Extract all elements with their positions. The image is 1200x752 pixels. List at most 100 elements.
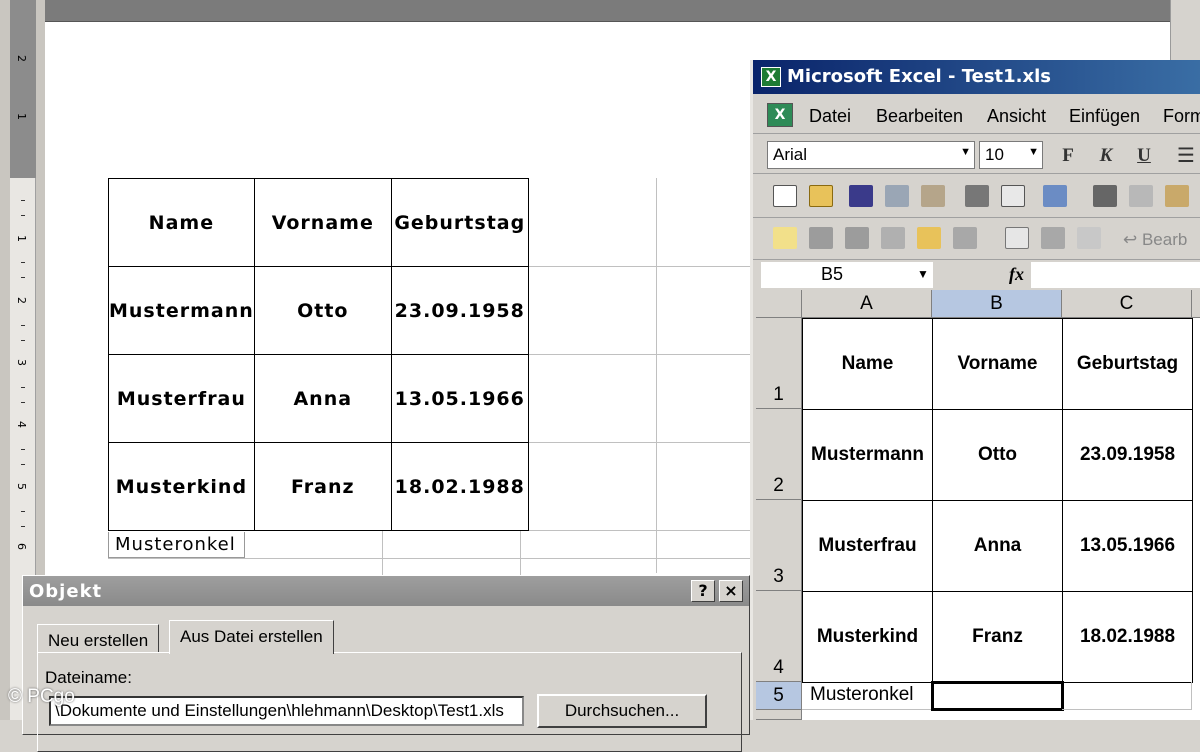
cell-c4[interactable]: 18.02.1988: [1062, 591, 1193, 683]
table-row: Mustermann Otto 23.09.1958: [108, 266, 529, 355]
bold-button[interactable]: F: [1055, 143, 1081, 169]
table-cell: Name: [108, 178, 255, 267]
ruler-tick: [21, 262, 25, 263]
excel-window-title: Microsoft Excel - Test1.xls: [787, 66, 1052, 87]
insert-function-icon[interactable]: fx: [1009, 264, 1024, 285]
browse-button[interactable]: Durchsuchen...: [537, 694, 707, 728]
menu-ansicht[interactable]: Ansicht: [987, 106, 1046, 127]
row-header-1[interactable]: 1: [756, 318, 802, 409]
underline-button[interactable]: U: [1131, 143, 1157, 169]
embedded-excel-table[interactable]: Name Vorname Geburtstag Mustermann Otto …: [108, 178, 529, 531]
ruler-tick: [21, 526, 25, 527]
track-changes-icon[interactable]: [1005, 227, 1029, 249]
cut-icon[interactable]: [1093, 185, 1117, 207]
end-review-label: Bearb: [1141, 230, 1188, 249]
table-cell: Mustermann: [108, 266, 255, 355]
cell-c1[interactable]: Geburtstag: [1062, 318, 1193, 410]
ruler-number: 2: [15, 297, 28, 304]
cell-c5[interactable]: [1062, 682, 1192, 710]
column-header-b[interactable]: B: [932, 290, 1062, 318]
close-button[interactable]: ×: [719, 580, 743, 602]
help-button[interactable]: ?: [691, 580, 715, 602]
gridline: [108, 558, 750, 559]
delete-comment-icon[interactable]: [953, 227, 977, 249]
row-header-2[interactable]: 2: [756, 409, 802, 500]
cell-a5[interactable]: Musteronkel: [802, 682, 932, 710]
italic-button[interactable]: K: [1093, 143, 1119, 169]
format-toolbar: Arial ▼ 10 ▼ F K U ☰: [753, 136, 1200, 174]
column-header-c[interactable]: C: [1062, 290, 1192, 318]
filename-label: Dateiname:: [45, 668, 132, 687]
cell-b1[interactable]: Vorname: [932, 318, 1063, 410]
name-box[interactable]: B5: [761, 262, 933, 288]
next-comment-icon[interactable]: [845, 227, 869, 249]
menu-einfuegen[interactable]: Einfügen: [1069, 106, 1140, 127]
table-cell: 13.05.1966: [390, 354, 529, 443]
end-review-button[interactable]: ↩ Bearb: [1123, 230, 1187, 250]
new-comment-icon[interactable]: [773, 227, 797, 249]
table-cell: Geburtstag: [390, 178, 529, 267]
row-header-4[interactable]: 4: [756, 591, 802, 682]
update-file-icon[interactable]: [1041, 227, 1065, 249]
excel-title-bar[interactable]: X Microsoft Excel - Test1.xls: [753, 60, 1200, 94]
table-cell: Musterfrau: [108, 354, 255, 443]
chevron-down-icon[interactable]: ▼: [917, 267, 929, 281]
cell-b5-active[interactable]: [931, 681, 1064, 711]
font-size-select[interactable]: 10 ▼: [979, 141, 1043, 169]
cell-c3[interactable]: 13.05.1966: [1062, 500, 1193, 592]
table-cell: Franz: [253, 442, 392, 531]
previous-comment-icon[interactable]: [809, 227, 833, 249]
send-review-icon[interactable]: [1077, 227, 1101, 249]
tab-aus-datei-erstellen[interactable]: Aus Datei erstellen: [169, 620, 334, 654]
ruler-number: 1: [15, 235, 28, 242]
spellcheck-icon[interactable]: [1043, 185, 1067, 207]
cell-b2[interactable]: Otto: [932, 409, 1063, 501]
cell-a4[interactable]: Musterkind: [802, 591, 933, 683]
row-header-3[interactable]: 3: [756, 500, 802, 591]
cell-b3[interactable]: Anna: [932, 500, 1063, 592]
font-name-value: Arial: [773, 145, 808, 164]
open-icon[interactable]: [809, 185, 833, 207]
ruler-tick: [21, 464, 25, 465]
show-all-comments-icon[interactable]: [917, 227, 941, 249]
menu-format[interactable]: Form: [1163, 106, 1200, 127]
row-header-5[interactable]: 5: [756, 682, 802, 710]
worksheet-grid[interactable]: A B C 1 2 3 4 5 Name Vorname Geburtstag …: [756, 290, 1200, 720]
formula-bar: B5 ▼ fx: [753, 260, 1200, 290]
select-all-corner[interactable]: [756, 290, 802, 318]
column-header-d[interactable]: [1192, 290, 1200, 318]
object-dialog: Objekt ? × Neu erstellen Aus Datei erste…: [22, 575, 750, 752]
menu-datei[interactable]: Datei: [809, 106, 851, 127]
excel-app-icon: X: [761, 67, 781, 87]
cell-a2[interactable]: Mustermann: [802, 409, 933, 501]
row-header-6[interactable]: [756, 710, 802, 720]
table-cell-extra: Musteronkel: [108, 532, 245, 558]
font-name-select[interactable]: Arial ▼: [767, 141, 975, 169]
research-icon[interactable]: [921, 185, 945, 207]
permission-icon[interactable]: [885, 185, 909, 207]
tab-neu-erstellen[interactable]: Neu erstellen: [37, 624, 160, 652]
menu-bearbeiten[interactable]: Bearbeiten: [876, 106, 963, 127]
workbook-icon[interactable]: X: [767, 103, 793, 127]
formula-input[interactable]: [1031, 262, 1200, 288]
show-comment-icon[interactable]: [881, 227, 905, 249]
cell-c2[interactable]: 23.09.1958: [1062, 409, 1193, 501]
cell-b4[interactable]: Franz: [932, 591, 1063, 683]
new-icon[interactable]: [773, 185, 797, 207]
align-left-icon[interactable]: ☰: [1173, 143, 1199, 169]
chevron-down-icon: ▼: [960, 146, 971, 158]
dialog-title-bar[interactable]: Objekt ? ×: [23, 576, 749, 606]
gridline: [520, 442, 750, 443]
print-icon[interactable]: [965, 185, 989, 207]
ruler-margin-shade: [10, 0, 36, 178]
print-preview-icon[interactable]: [1001, 185, 1025, 207]
cell-a1[interactable]: Name: [802, 318, 933, 410]
copy-icon[interactable]: [1129, 185, 1153, 207]
save-icon[interactable]: [849, 185, 873, 207]
gridline: [382, 530, 383, 575]
column-header-a[interactable]: A: [802, 290, 932, 318]
filename-field[interactable]: \Dokumente und Einstellungen\hlehmann\De…: [49, 696, 524, 726]
ruler-number: 1: [15, 113, 28, 120]
paste-icon[interactable]: [1165, 185, 1189, 207]
cell-a3[interactable]: Musterfrau: [802, 500, 933, 592]
